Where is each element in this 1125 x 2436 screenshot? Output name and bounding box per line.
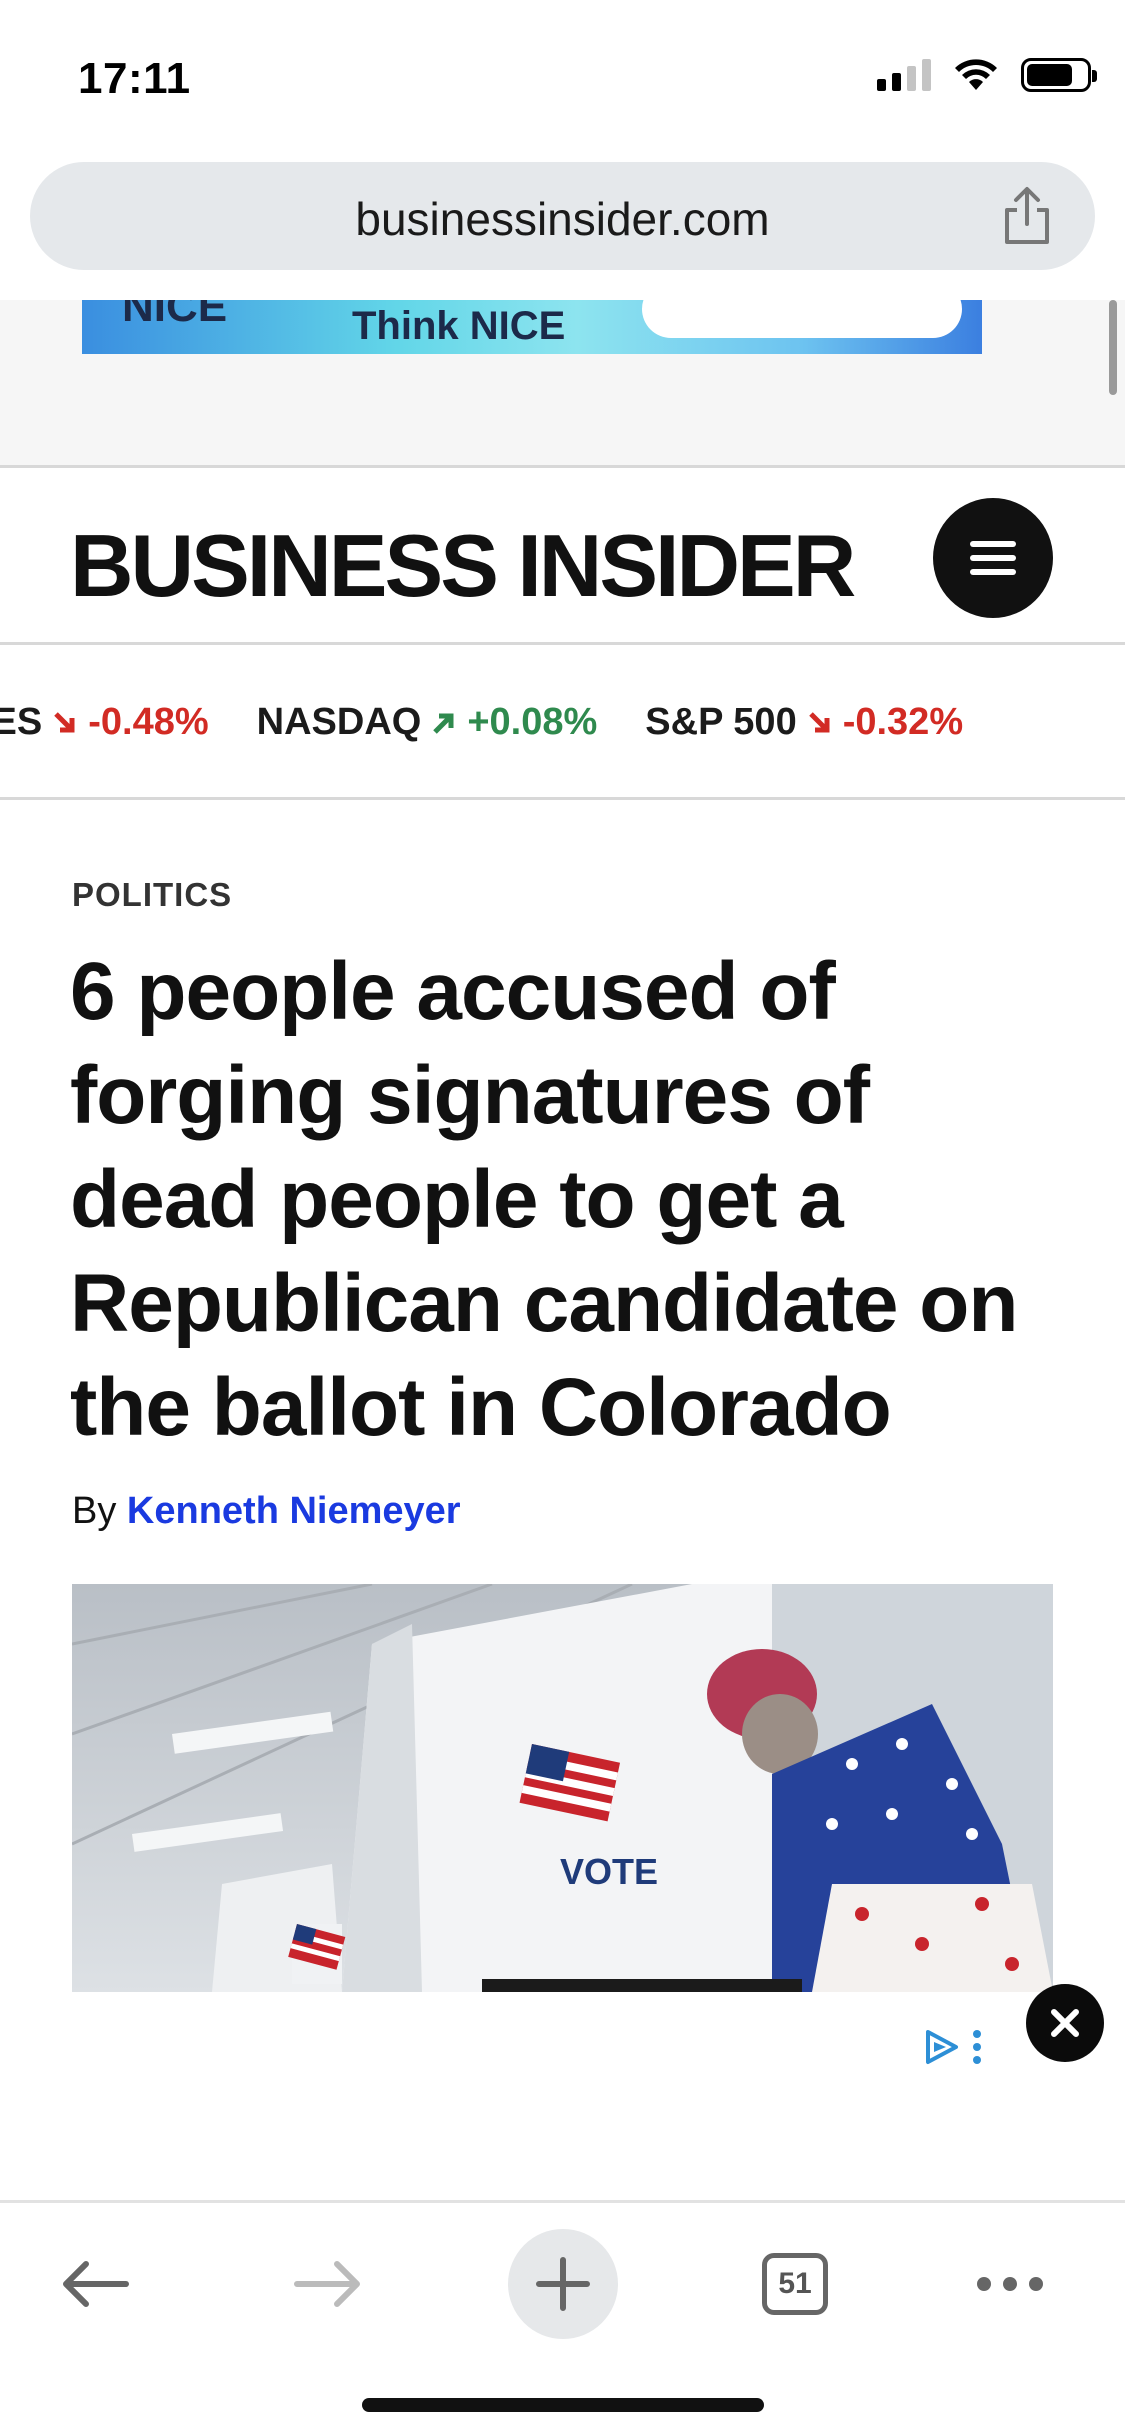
more-menu-button[interactable]: [955, 2229, 1065, 2339]
address-bar[interactable]: businessinsider.com: [30, 162, 1095, 270]
wifi-icon: [955, 59, 997, 90]
ticker-value: +0.08%: [467, 701, 598, 743]
ticker-name: DOW JONES: [0, 701, 43, 743]
article-headline: 6 people accused of forging signatures o…: [70, 946, 1018, 1453]
tabs-button[interactable]: 51: [740, 2229, 850, 2339]
cellular-signal-icon: [877, 59, 931, 91]
status-icons: [877, 58, 1097, 92]
ticker-value: -0.48%: [88, 701, 209, 743]
top-ad-banner[interactable]: NICE Think NICE: [82, 300, 982, 354]
close-ad-button[interactable]: [1026, 1984, 1104, 2062]
menu-button[interactable]: [933, 498, 1053, 618]
article-category[interactable]: POLITICS: [72, 876, 232, 914]
status-time: 17:11: [78, 54, 191, 103]
ad-pill: [642, 300, 962, 338]
url-text[interactable]: businessinsider.com: [30, 192, 1095, 246]
close-icon: [1051, 2009, 1079, 2037]
arrow-left-icon: [63, 2261, 129, 2307]
market-ticker[interactable]: DOW JONES -0.48% NASDAQ +0.08% S&P 500 -…: [0, 648, 1125, 800]
ad-text: Think NICE: [352, 304, 566, 348]
more-horizontal-icon: [977, 2277, 1043, 2291]
author-link[interactable]: Kenneth Niemeyer: [127, 1490, 461, 1532]
ticker-item[interactable]: NASDAQ +0.08%: [257, 701, 598, 744]
voting-booth-illustration: VOTE: [72, 1584, 1053, 1992]
plus-icon: [536, 2257, 590, 2311]
back-button[interactable]: [40, 2229, 150, 2339]
ticker-name: S&P 500: [645, 701, 797, 743]
photo-vote-text: VOTE: [560, 1851, 658, 1892]
ad-logo: NICE: [122, 300, 228, 331]
share-icon[interactable]: [997, 184, 1057, 248]
arrow-down-icon: [808, 711, 830, 732]
forward-button[interactable]: [273, 2229, 383, 2339]
new-tab-button[interactable]: [508, 2229, 618, 2339]
ticker-value: -0.32%: [842, 701, 964, 743]
arrow-up-icon: [433, 713, 454, 734]
site-logo[interactable]: BUSINESS INSIDER: [70, 515, 856, 617]
ticker-name: NASDAQ: [256, 701, 422, 743]
battery-icon: [1021, 58, 1097, 92]
byline-prefix: By: [72, 1490, 117, 1532]
arrow-down-icon: [54, 711, 75, 732]
status-bar: 17:11: [0, 0, 1125, 150]
arrow-right-icon: [294, 2261, 360, 2307]
top-ad-area: NICE Think NICE: [0, 300, 1125, 468]
site-header: BUSINESS INSIDER: [0, 471, 1125, 645]
ticker-item[interactable]: DOW JONES -0.48%: [0, 701, 209, 744]
home-indicator: [362, 2398, 764, 2412]
ticker-row: DOW JONES -0.48% NASDAQ +0.08% S&P 500 -…: [0, 701, 963, 744]
tab-count: 51: [762, 2253, 828, 2315]
scroll-indicator: [1109, 300, 1117, 395]
bottom-ad-area: [0, 1992, 1125, 2200]
adchoices[interactable]: [922, 2028, 984, 2066]
ticker-item[interactable]: S&P 500 -0.32%: [645, 701, 963, 744]
adchoices-icon: [926, 2030, 958, 2064]
article-photo[interactable]: VOTE: [72, 1584, 1053, 1992]
more-options-icon: [973, 2030, 981, 2064]
byline: By Kenneth Niemeyer: [72, 1490, 461, 1533]
